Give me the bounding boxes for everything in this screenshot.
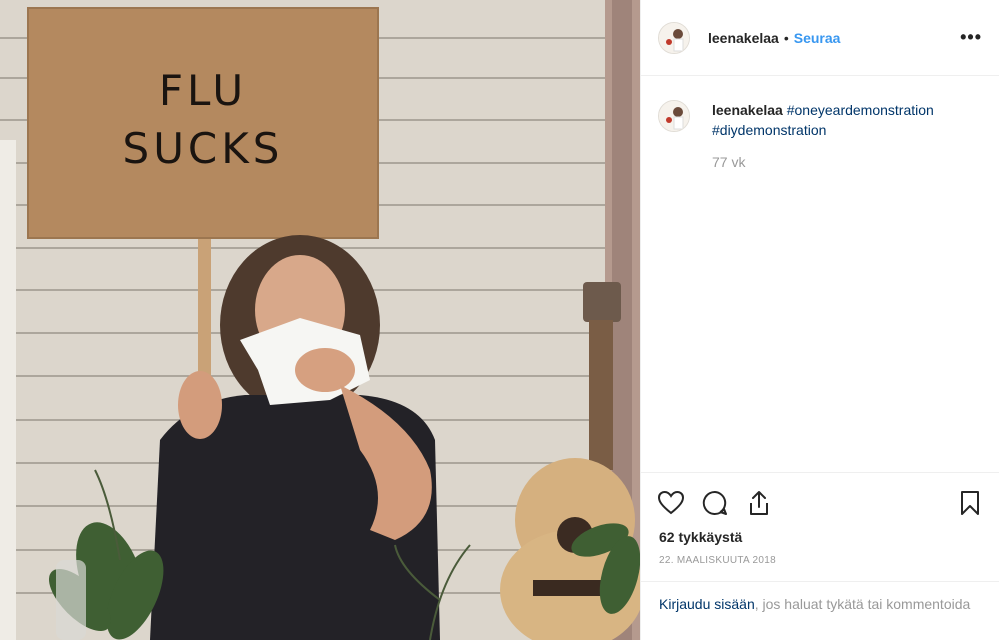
comment-icon[interactable] (701, 489, 729, 517)
login-prompt: Kirjaudu sisään, jos haluat tykätä tai k… (641, 581, 999, 614)
login-link[interactable]: Kirjaudu sisään (659, 596, 755, 612)
caption-body: leenakelaa #oneyeardemonstration #diydem… (712, 100, 972, 140)
caption-avatar-image (659, 101, 689, 131)
sign-line-1: FLU (158, 66, 248, 115)
likes-count[interactable]: 62 tykkäystä (641, 519, 999, 545)
avatar-image (659, 22, 689, 53)
action-bar (641, 473, 999, 519)
comment-time[interactable]: 77 vk (712, 154, 999, 170)
more-options-button[interactable]: ••• (960, 27, 982, 48)
caption-username[interactable]: leenakelaa (712, 102, 783, 118)
username-link[interactable]: leenakelaa (708, 30, 779, 46)
caption-avatar[interactable] (658, 100, 690, 132)
post-header: leenakelaa • Seuraa ••• (641, 0, 999, 76)
caption: leenakelaa #oneyeardemonstration #diydem… (641, 76, 999, 140)
heart-icon[interactable] (657, 489, 685, 517)
follow-button[interactable]: Seuraa (794, 30, 841, 46)
post-details-panel: leenakelaa • Seuraa ••• leenakelaa #oney… (640, 0, 999, 640)
post-photo[interactable]: FLU SUCKS (0, 0, 640, 640)
actions-section: 62 tykkäystä 22. MAALISKUUTA 2018 (641, 472, 999, 566)
header-text: leenakelaa • Seuraa (708, 30, 840, 46)
sign-text: FLU SUCKS (28, 62, 378, 178)
sign-line-2: SUCKS (122, 124, 284, 173)
login-prompt-text: , jos haluat tykätä tai kommentoida (754, 596, 971, 612)
post-date: 22. MAALISKUUTA 2018 (659, 555, 776, 566)
hashtag-link[interactable]: #oneyeardemonstration (787, 102, 934, 118)
share-icon[interactable] (745, 489, 773, 517)
bookmark-icon[interactable] (956, 489, 984, 517)
hashtag-link[interactable]: #diydemonstration (712, 122, 826, 138)
separator-dot: • (783, 29, 789, 46)
avatar[interactable] (658, 21, 690, 54)
